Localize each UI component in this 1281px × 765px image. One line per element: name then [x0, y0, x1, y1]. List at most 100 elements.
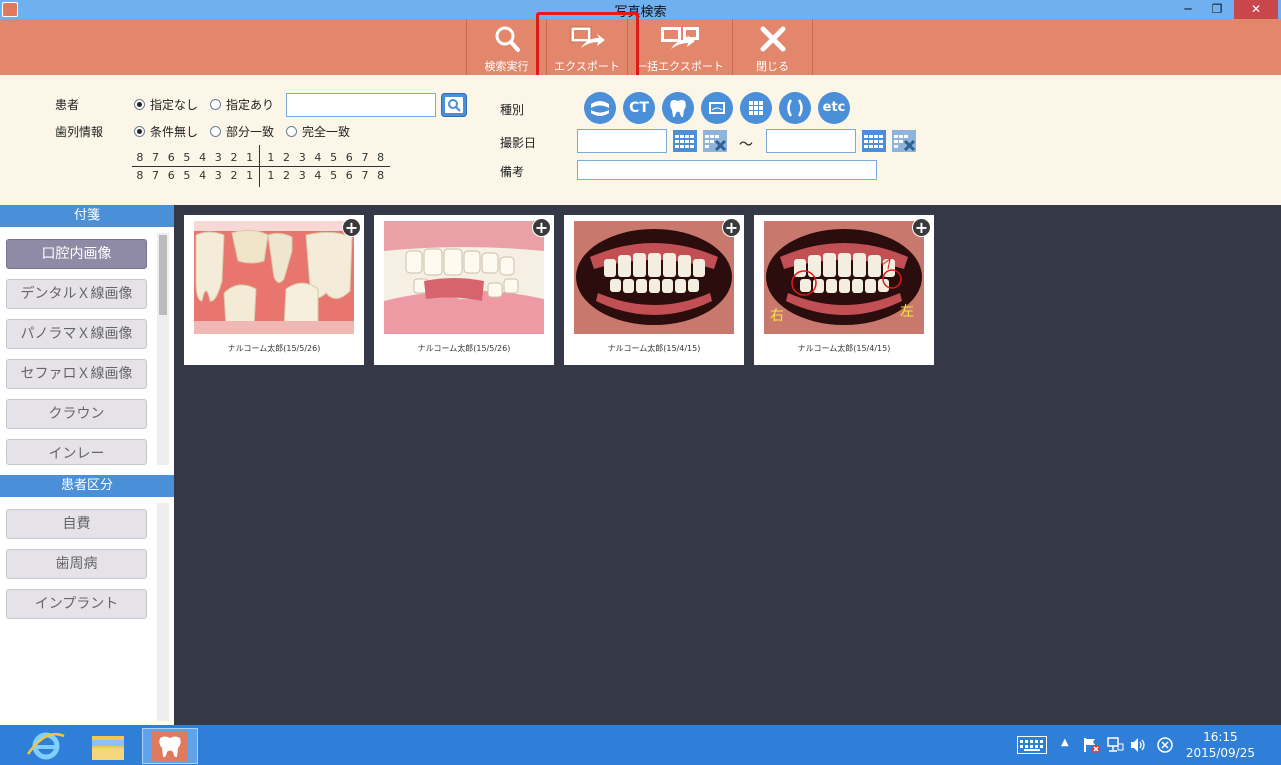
tag-dental-xray[interactable]: デンタルＸ線画像 [6, 279, 147, 309]
class-periodontal[interactable]: 歯周病 [6, 549, 147, 579]
tooth-number[interactable]: 4 [310, 169, 326, 182]
tooth-number[interactable]: 3 [210, 169, 226, 182]
dental-app-icon[interactable] [142, 728, 198, 764]
patient-label: 患者 [55, 98, 80, 112]
class-implant[interactable]: インプラント [6, 589, 147, 619]
add-icon[interactable]: + [722, 218, 741, 237]
patient-search-button[interactable] [441, 93, 467, 117]
tooth-number[interactable]: 5 [326, 169, 342, 182]
arch-type-icon[interactable] [779, 92, 811, 124]
dentition-radio-full[interactable]: 完全一致 [286, 123, 350, 140]
tag-cephalo-xray[interactable]: セファロＸ線画像 [6, 359, 147, 389]
minimize-button[interactable]: ─ [1174, 0, 1202, 19]
tooth-number[interactable]: 6 [341, 151, 357, 164]
tooth-number[interactable]: 4 [195, 151, 211, 164]
tags-scrollbar[interactable] [157, 233, 169, 465]
tooth-number[interactable]: 2 [279, 151, 295, 164]
grid-type-icon[interactable] [740, 92, 772, 124]
tooth-number[interactable]: 5 [179, 169, 195, 182]
date-from-input[interactable] [577, 129, 667, 153]
tooth-number[interactable]: 4 [195, 169, 211, 182]
search-button[interactable]: 検索実行 [467, 19, 547, 75]
tooth-number[interactable]: 7 [148, 169, 164, 182]
photo-card[interactable]: + ナルコーム太郎(15/5/26) [374, 215, 554, 365]
tooth-number[interactable]: 8 [132, 151, 148, 164]
add-icon[interactable]: + [912, 218, 931, 237]
tooth-number[interactable]: 5 [326, 151, 342, 164]
internet-explorer-icon[interactable] [20, 728, 72, 764]
date-to-calendar-button[interactable] [861, 129, 887, 153]
dentition-upper-right[interactable]: 12345678 [263, 151, 389, 164]
tooth-number[interactable]: 1 [263, 151, 279, 164]
tag-intraoral[interactable]: 口腔内画像 [6, 239, 147, 269]
close-button[interactable]: 閉じる [733, 19, 813, 75]
etc-type-icon[interactable]: etc [818, 92, 850, 124]
file-explorer-icon[interactable] [82, 728, 134, 764]
photo-thumbnail[interactable] [384, 221, 544, 334]
patient-input[interactable] [286, 93, 436, 117]
tooth-number[interactable]: 3 [294, 151, 310, 164]
status-x-icon[interactable] [1156, 736, 1174, 765]
tooth-number[interactable]: 2 [226, 151, 242, 164]
ct-type-icon[interactable]: CT [623, 92, 655, 124]
tooth-number[interactable]: 7 [357, 151, 373, 164]
dentition-upper-left[interactable]: 87654321 [132, 151, 258, 164]
photo-thumbnail[interactable]: 右 左 [764, 221, 924, 334]
dentition-radio-partial[interactable]: 部分一致 [210, 123, 274, 140]
tooth-number[interactable]: 2 [279, 169, 295, 182]
tooth-number[interactable]: 1 [263, 169, 279, 182]
bulk-export-button[interactable]: 一括エクスポート [628, 19, 733, 75]
photo-card[interactable]: + ナルコーム太郎(15/4/15) [564, 215, 744, 365]
tag-panorama-xray[interactable]: パノラマＸ線画像 [6, 319, 147, 349]
class-self-pay[interactable]: 自費 [6, 509, 147, 539]
date-from-clear-button[interactable] [702, 129, 728, 153]
photo-thumbnail[interactable] [574, 221, 734, 334]
tooth-number[interactable]: 8 [132, 169, 148, 182]
tooth-number[interactable]: 4 [310, 151, 326, 164]
tooth-number[interactable]: 8 [373, 151, 389, 164]
tag-inlay[interactable]: インレー [6, 439, 147, 465]
tooth-type-icon[interactable] [662, 92, 694, 124]
xray-type-icon[interactable] [701, 92, 733, 124]
tooth-number[interactable]: 7 [357, 169, 373, 182]
date-to-input[interactable] [766, 129, 856, 153]
tooth-number[interactable]: 5 [179, 151, 195, 164]
panorama-type-icon[interactable] [584, 92, 616, 124]
tag-crown[interactable]: クラウン [6, 399, 147, 429]
date-from-calendar-button[interactable] [672, 129, 698, 153]
tooth-number[interactable]: 6 [163, 151, 179, 164]
tooth-number[interactable]: 3 [294, 169, 310, 182]
maximize-button[interactable]: ❐ [1203, 0, 1231, 19]
memo-input[interactable] [577, 160, 877, 180]
patient-radio-specified[interactable]: 指定あり [210, 96, 274, 113]
photo-card[interactable]: 右 左 + ナルコーム太郎(15/4/15) [754, 215, 934, 365]
jaw-model-image [384, 221, 544, 334]
volume-icon[interactable] [1129, 736, 1147, 765]
tooth-number[interactable]: 6 [163, 169, 179, 182]
keyboard-icon[interactable] [1017, 736, 1047, 765]
tooth-number[interactable]: 2 [226, 169, 242, 182]
tooth-number[interactable]: 3 [210, 151, 226, 164]
dentition-radio-none[interactable]: 条件無し [134, 123, 198, 140]
tooth-number[interactable]: 1 [242, 151, 258, 164]
tooth-number[interactable]: 8 [373, 169, 389, 182]
photo-thumbnail[interactable] [194, 221, 354, 334]
network-icon[interactable] [1106, 736, 1124, 765]
tooth-number[interactable]: 7 [148, 151, 164, 164]
add-icon[interactable]: + [532, 218, 551, 237]
photo-card[interactable]: + ナルコーム太郎(15/5/26) [184, 215, 364, 365]
tooth-number[interactable]: 1 [242, 169, 258, 182]
scrollbar-thumb[interactable] [159, 235, 167, 315]
class-scrollbar[interactable] [157, 503, 169, 721]
tooth-number[interactable]: 6 [341, 169, 357, 182]
action-center-icon[interactable] [1083, 736, 1101, 765]
add-icon[interactable]: + [342, 218, 361, 237]
clock[interactable]: 16:15 2015/09/25 [1186, 729, 1255, 761]
patient-radio-none[interactable]: 指定なし [134, 96, 198, 113]
dentition-lower-left[interactable]: 87654321 [132, 169, 258, 182]
tray-expand-icon[interactable]: ▲ [1061, 737, 1069, 765]
intraoral-image [574, 221, 734, 334]
date-to-clear-button[interactable] [891, 129, 917, 153]
dentition-lower-right[interactable]: 12345678 [263, 169, 389, 182]
close-window-button[interactable]: ✕ [1234, 0, 1278, 19]
